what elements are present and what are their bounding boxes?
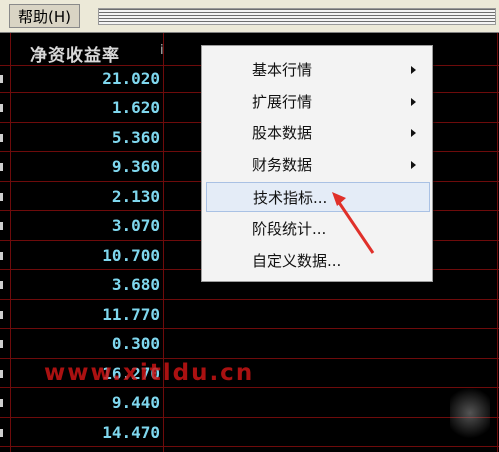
row-marker: [0, 193, 3, 201]
menu-item-financial-data[interactable]: 财务数据: [206, 150, 430, 180]
roe-value: 9.360: [111, 157, 160, 176]
roe-value: 5.360: [111, 128, 160, 147]
roe-value: 1.620: [111, 98, 160, 117]
row-marker: [0, 399, 3, 407]
submenu-arrow-icon: [411, 161, 416, 169]
menu-item-label: 技术指标...: [253, 189, 328, 207]
menu-item-label: 股本数据: [252, 124, 313, 142]
roe-value: 3.070: [111, 216, 160, 235]
column-header-roe[interactable]: 净资收益率: [30, 41, 120, 66]
submenu-arrow-icon: [411, 66, 416, 74]
grid-hline: [0, 446, 499, 447]
watermark: www.xitldu.cn: [44, 360, 255, 386]
roe-value: 14.470: [102, 423, 160, 442]
toolbar-grip[interactable]: [98, 8, 496, 25]
row-marker: [0, 75, 3, 83]
grid-hline: [0, 417, 499, 418]
submenu-arrow-icon: [411, 129, 416, 137]
grid-vline: [497, 33, 498, 452]
grid-hline: [0, 358, 499, 359]
menu-item-custom-data[interactable]: 自定义数据...: [206, 246, 430, 276]
grid-vline: [163, 33, 164, 452]
roe-value: 10.700: [102, 246, 160, 265]
menu-item-label: 扩展行情: [252, 93, 313, 111]
roe-value: 21.020: [102, 69, 160, 88]
menu-item-extended-quotes[interactable]: 扩展行情: [206, 87, 430, 117]
submenu-arrow-icon: [411, 98, 416, 106]
row-marker: [0, 370, 3, 378]
row-marker: [0, 222, 3, 230]
row-marker: [0, 340, 3, 348]
menu-item-technical-indicators[interactable]: 技术指标...: [206, 182, 430, 212]
menu-help[interactable]: 帮助(H): [9, 4, 80, 28]
row-marker: [0, 281, 3, 289]
roe-value: 2.130: [111, 187, 160, 206]
context-menu: 基本行情 扩展行情 股本数据 财务数据 技术指标... 阶段统计... 自定义数…: [201, 45, 433, 282]
roe-value: 9.440: [111, 393, 160, 412]
grid-vline: [10, 33, 11, 452]
menu-item-period-stats[interactable]: 阶段统计...: [206, 214, 430, 244]
row-marker: [0, 163, 3, 171]
red-arrow-annotation: [332, 192, 375, 254]
row-marker: [0, 252, 3, 260]
row-marker: [0, 104, 3, 112]
menu-item-basic-quotes[interactable]: 基本行情: [206, 55, 430, 85]
roe-value: 0.300: [111, 334, 160, 353]
menu-bar: 帮助(H): [0, 0, 499, 33]
menu-item-label: 基本行情: [252, 61, 313, 79]
menu-item-label: 财务数据: [252, 156, 313, 174]
row-marker: [0, 134, 3, 142]
blurred-region: [450, 383, 490, 443]
menu-item-share-capital[interactable]: 股本数据: [206, 118, 430, 148]
roe-value: 3.680: [111, 275, 160, 294]
roe-value: 11.770: [102, 305, 160, 324]
grid-hline: [0, 387, 499, 388]
menu-item-label: 阶段统计...: [252, 220, 327, 238]
row-marker: [0, 311, 3, 319]
menu-item-label: 自定义数据...: [252, 252, 342, 270]
grid-hline: [0, 299, 499, 300]
row-marker: [0, 429, 3, 437]
grid-hline: [0, 328, 499, 329]
